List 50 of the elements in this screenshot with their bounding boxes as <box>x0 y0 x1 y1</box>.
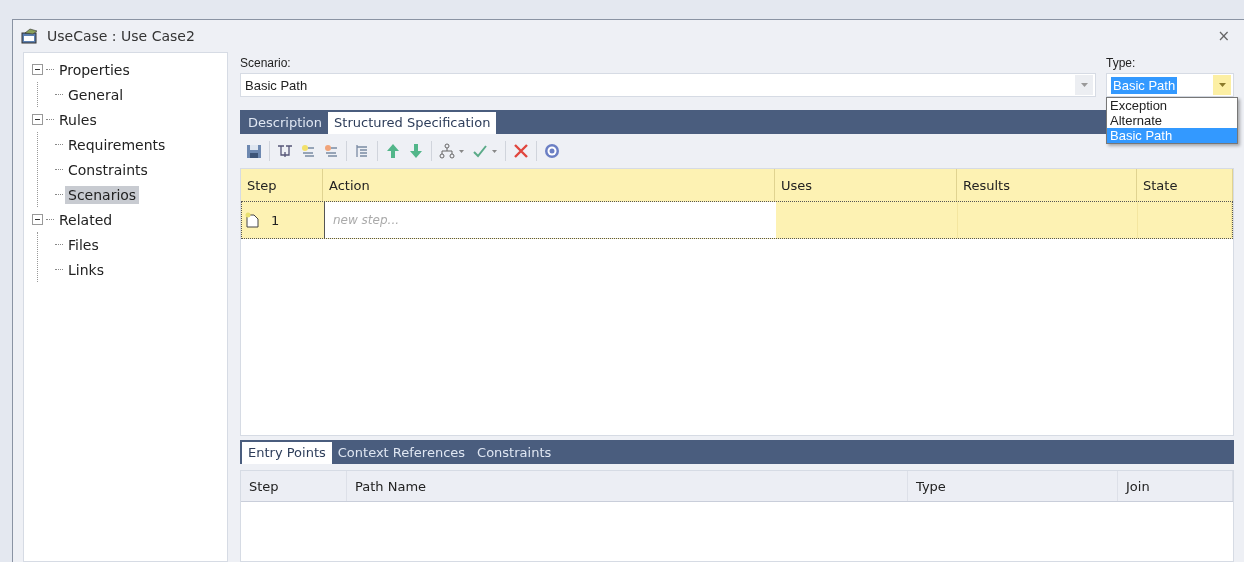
window-icon <box>21 28 39 44</box>
toolbar-button[interactable] <box>439 143 465 159</box>
scenario-dropdown[interactable]: Basic Path <box>240 73 1096 97</box>
tab[interactable]: Description <box>242 112 329 134</box>
toolbar-button[interactable] <box>513 143 529 159</box>
step-number: 1 <box>271 212 280 228</box>
tree-item[interactable]: Files <box>65 235 102 254</box>
tab[interactable]: Entry Points <box>242 442 332 464</box>
expand-toggle[interactable] <box>32 214 43 225</box>
tree-item[interactable]: General <box>65 85 127 104</box>
column-header[interactable]: Step <box>241 471 347 501</box>
tree-item[interactable]: Requirements <box>65 135 169 154</box>
minus-icon <box>34 66 41 73</box>
tree-item[interactable]: Properties <box>56 60 133 79</box>
delete-icon <box>513 143 529 159</box>
up-arrow-icon <box>385 143 401 159</box>
save-icon <box>246 143 262 159</box>
column-header[interactable]: Join <box>1118 471 1233 501</box>
dropdown-option[interactable]: Exception <box>1107 98 1237 113</box>
tree-item[interactable]: Rules <box>56 110 100 129</box>
minus-icon <box>34 116 41 123</box>
list-indent-icon <box>354 143 370 159</box>
hierarchy-icon <box>439 143 465 159</box>
tree-item[interactable]: Scenarios <box>65 185 140 204</box>
tab[interactable]: Structured Specification <box>328 112 497 134</box>
toolbar-button[interactable] <box>246 143 262 159</box>
check-icon <box>472 143 498 159</box>
tree-item[interactable]: Links <box>65 260 107 279</box>
caret-icon <box>1218 83 1226 87</box>
field-label: Type: <box>1106 56 1137 70</box>
tab[interactable]: Context References <box>331 442 472 464</box>
toolbar-button[interactable] <box>277 143 293 159</box>
tab[interactable]: Constraints <box>471 442 558 464</box>
caret-icon <box>1080 83 1088 87</box>
down-arrow-icon <box>408 143 424 159</box>
node-connect-icon <box>323 143 339 159</box>
node-connect-icon <box>300 143 316 159</box>
window-title: UseCase : Use Case2 <box>47 28 196 44</box>
column-header[interactable]: Type <box>908 471 1118 501</box>
dropdown-option[interactable]: Alternate <box>1107 113 1237 128</box>
field-label: Scenario: <box>240 56 292 70</box>
tree-item[interactable]: Related <box>56 210 116 229</box>
tree-structure-icon <box>277 143 293 159</box>
tree-item[interactable]: Constraints <box>65 160 151 179</box>
column-header[interactable]: Path Name <box>347 471 908 501</box>
new-row-icon <box>245 212 259 228</box>
minus-icon <box>34 216 41 223</box>
expand-toggle[interactable] <box>32 114 43 125</box>
expand-toggle[interactable] <box>32 64 43 75</box>
close-button[interactable]: × <box>1213 27 1234 45</box>
